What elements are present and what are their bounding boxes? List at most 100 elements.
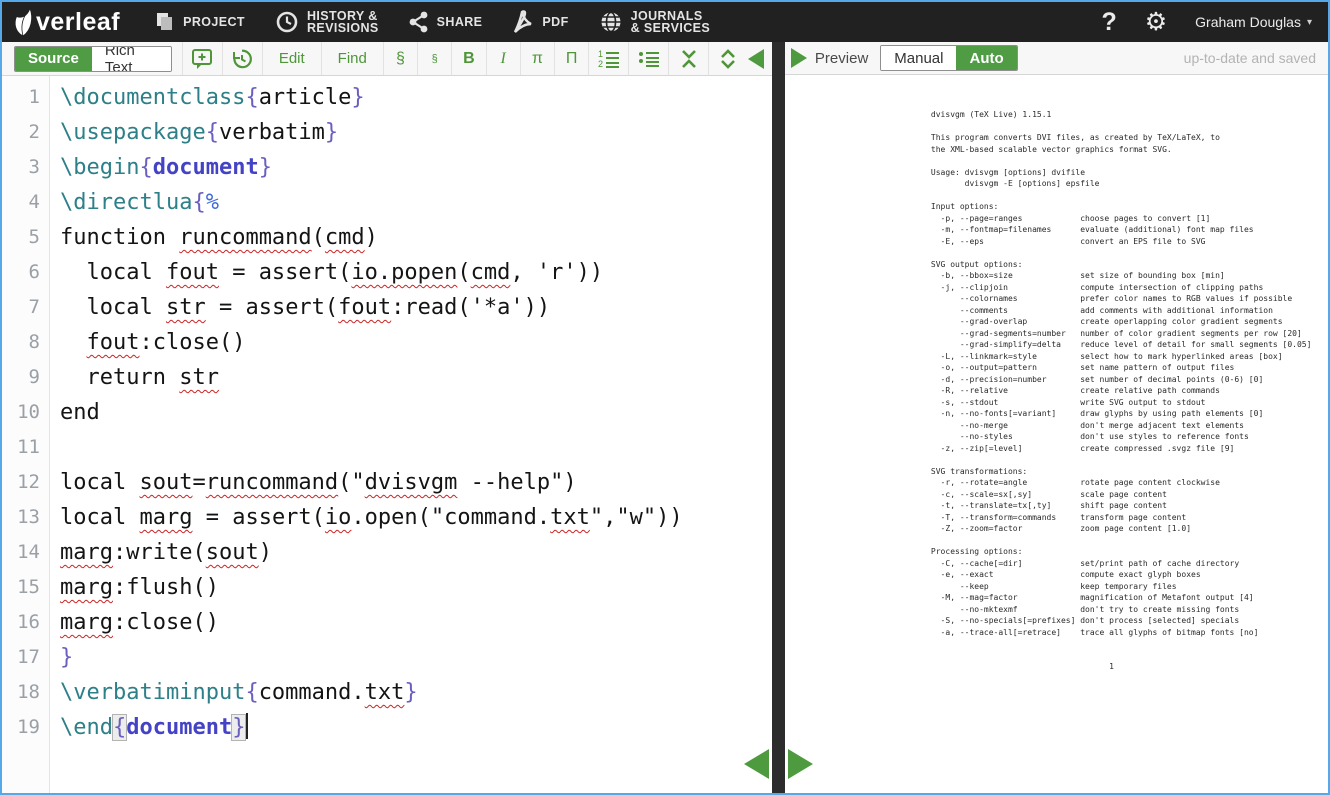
menu-label-pdf: PDF (542, 15, 568, 29)
menu-item-pdf[interactable]: PDF (497, 2, 583, 42)
overleaf-logo[interactable]: verleaf (2, 7, 140, 37)
line-number: 5 (2, 220, 40, 255)
code-line[interactable]: \directlua{% (60, 185, 772, 220)
menu-label-share: SHARE (437, 15, 483, 29)
code-line[interactable]: \begin{document} (60, 150, 772, 185)
save-status: up-to-date and saved (1184, 50, 1328, 66)
fold-right-pane-arrow[interactable] (788, 749, 813, 779)
menu-item-share[interactable]: SHARE (394, 2, 498, 42)
code-line[interactable] (60, 430, 772, 465)
menu-label-journals: JOURNALS& SERVICES (631, 10, 711, 35)
collapse-editor-arrow[interactable] (748, 49, 764, 69)
line-number: 18 (2, 675, 40, 710)
display-math-button[interactable]: Π (554, 42, 588, 75)
line-number: 3 (2, 150, 40, 185)
settings-gear-icon[interactable]: ⚙ (1145, 10, 1167, 35)
top-menu-bar: verleaf PROJECT HISTORY &REVISIONS (2, 2, 1328, 42)
refresh-preview-arrow[interactable] (791, 48, 807, 68)
line-number: 11 (2, 430, 40, 465)
code-line[interactable]: marg:write(sout) (60, 535, 772, 570)
edit-menu-button[interactable]: Edit (262, 42, 321, 75)
fold-sections-button[interactable] (668, 42, 708, 75)
code-line[interactable]: fout:close() (60, 325, 772, 360)
line-number: 9 (2, 360, 40, 395)
line-number: 6 (2, 255, 40, 290)
unfold-sections-button[interactable] (708, 42, 748, 75)
section-button[interactable]: § (383, 42, 417, 75)
find-button[interactable]: Find (321, 42, 383, 75)
source-mode-button[interactable]: Source (15, 47, 92, 71)
code-line[interactable]: local marg = assert(io.open("command.txt… (60, 500, 772, 535)
numbered-list-button[interactable]: 1 2 (588, 42, 628, 75)
preview-toolbar: Preview Manual Auto up-to-date and saved (785, 42, 1328, 75)
line-number: 17 (2, 640, 40, 675)
line-number-gutter: 12345678910111213141516171819 (2, 76, 50, 793)
code-line[interactable]: marg:flush() (60, 570, 772, 605)
add-comment-button[interactable] (182, 42, 222, 75)
manual-compile-button[interactable]: Manual (881, 46, 956, 70)
help-button[interactable]: ? (1101, 8, 1116, 37)
line-number: 2 (2, 115, 40, 150)
bullet-list-icon (638, 49, 660, 69)
menu-label-project: PROJECT (183, 15, 245, 29)
bold-button[interactable]: B (451, 42, 485, 75)
editor-pane: Source Rich Text (2, 42, 772, 793)
pdf-viewport[interactable]: dvisvgm (TeX Live) 1.15.1 This program c… (785, 75, 1328, 793)
rich-text-mode-button[interactable]: Rich Text (92, 47, 171, 71)
chevron-down-icon: ▾ (1307, 17, 1312, 28)
track-changes-history-button[interactable] (222, 42, 262, 75)
code-line[interactable]: return str (60, 360, 772, 395)
inline-math-button[interactable]: π (520, 42, 554, 75)
code-lines[interactable]: \documentclass{article}\usepackage{verba… (50, 76, 772, 793)
code-line[interactable]: \end{document} (60, 710, 772, 745)
line-number: 8 (2, 325, 40, 360)
line-number: 10 (2, 395, 40, 430)
history-clock-icon (275, 10, 299, 34)
line-number: 1 (2, 80, 40, 115)
pdf-acrobat-icon (512, 10, 534, 34)
preview-label: Preview (815, 50, 868, 67)
code-line[interactable]: end (60, 395, 772, 430)
share-icon (409, 11, 429, 33)
numbered-list-icon: 1 2 (598, 49, 620, 69)
line-number: 4 (2, 185, 40, 220)
menu-item-history-revisions[interactable]: HISTORY &REVISIONS (260, 2, 394, 42)
comment-plus-icon (191, 48, 213, 70)
user-account-menu[interactable]: Graham Douglas ▾ (1195, 14, 1312, 30)
code-line[interactable]: function runcommand(cmd) (60, 220, 772, 255)
subsection-button[interactable]: § (417, 42, 451, 75)
menu-item-journals-services[interactable]: JOURNALS& SERVICES (584, 2, 726, 42)
code-line[interactable]: } (60, 640, 772, 675)
code-line[interactable]: \documentclass{article} (60, 80, 772, 115)
code-line[interactable]: marg:close() (60, 605, 772, 640)
line-number: 15 (2, 570, 40, 605)
globe-icon (599, 10, 623, 34)
code-line[interactable]: local fout = assert(io.popen(cmd, 'r')) (60, 255, 772, 290)
fold-left-pane-arrow[interactable] (744, 749, 769, 779)
bullet-list-button[interactable] (628, 42, 668, 75)
svg-text:2: 2 (598, 59, 603, 69)
line-number: 19 (2, 710, 40, 745)
logo-wordmark: verleaf (36, 8, 120, 37)
auto-compile-button[interactable]: Auto (956, 46, 1016, 70)
code-line[interactable]: local str = assert(fout:read('*a')) (60, 290, 772, 325)
line-number: 13 (2, 500, 40, 535)
pane-resize-divider[interactable] (772, 42, 785, 793)
user-name: Graham Douglas (1195, 14, 1301, 30)
line-number: 14 (2, 535, 40, 570)
unfold-icon (718, 49, 738, 69)
code-line[interactable]: \usepackage{verbatim} (60, 115, 772, 150)
italic-button[interactable]: I (486, 42, 520, 75)
pdf-page-text: dvisvgm (TeX Live) 1.15.1 This program c… (785, 75, 1328, 673)
code-line[interactable]: \verbatiminput{command.txt} (60, 675, 772, 710)
editor-body: 12345678910111213141516171819 \documentc… (2, 76, 772, 793)
code-line[interactable]: local sout=runcommand("dvisvgm --help") (60, 465, 772, 500)
project-copies-icon (155, 12, 175, 32)
text-cursor (246, 713, 248, 739)
compile-mode-toggle: Manual Auto (880, 45, 1017, 71)
fold-icon (679, 49, 699, 69)
topbar-right-cluster: ? ⚙ Graham Douglas ▾ (1101, 8, 1328, 37)
menu-item-project[interactable]: PROJECT (140, 2, 260, 42)
history-restore-icon (230, 47, 254, 71)
line-number: 12 (2, 465, 40, 500)
